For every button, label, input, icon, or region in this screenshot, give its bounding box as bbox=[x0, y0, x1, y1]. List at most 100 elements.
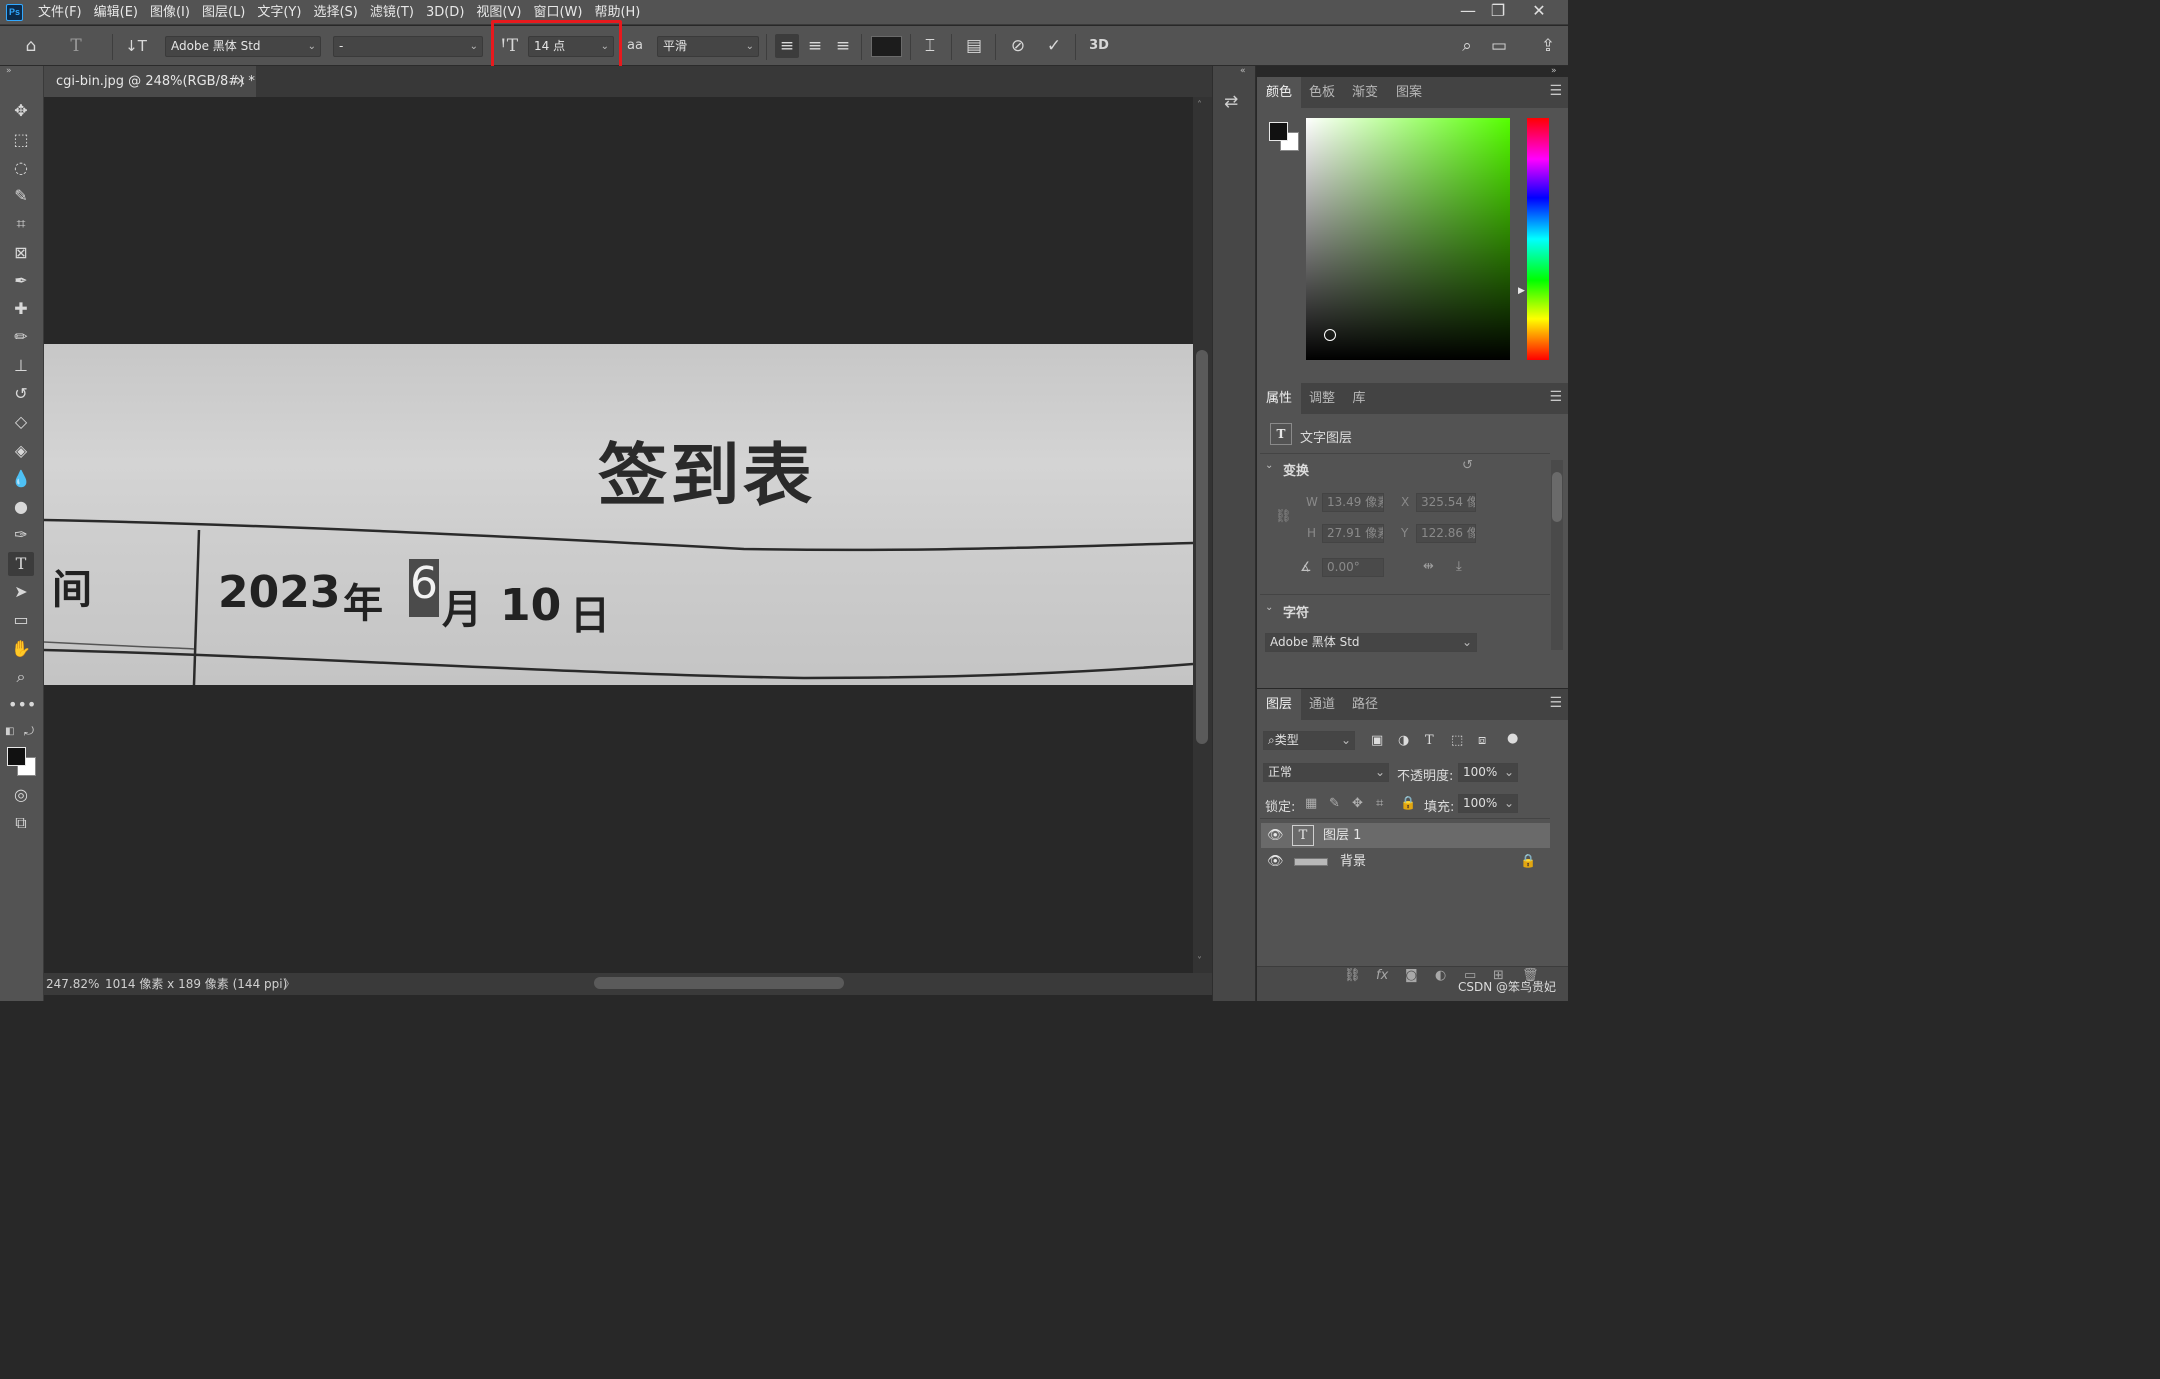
foreground-color-swatch[interactable] bbox=[7, 747, 26, 766]
document-tab[interactable]: cgi-bin.jpg @ 248%(RGB/8#) * × bbox=[44, 66, 256, 97]
home-icon[interactable]: ⌂ bbox=[19, 34, 43, 58]
visibility-eye-icon[interactable]: 👁 bbox=[1267, 823, 1284, 848]
chevron-down-icon[interactable]: ⌄ bbox=[1265, 602, 1273, 613]
flip-horizontal-icon[interactable]: ⇹ bbox=[1423, 559, 1434, 574]
stamp-tool-icon[interactable]: ⊥ bbox=[8, 354, 34, 378]
path-selection-tool-icon[interactable]: ➤ bbox=[8, 580, 34, 604]
transform-section-title[interactable]: 变换 bbox=[1283, 460, 1309, 479]
layer-row-background[interactable]: 👁 背景 🔒 bbox=[1261, 849, 1550, 874]
color-picker-ring[interactable] bbox=[1324, 329, 1336, 341]
type-tool-preset-icon[interactable]: T bbox=[64, 34, 88, 58]
lock-transparency-icon[interactable]: ▦ bbox=[1305, 796, 1317, 811]
adjustment-layer-icon[interactable]: ◐ bbox=[1435, 968, 1446, 983]
layer-row-text[interactable]: 👁 T 图层 1 bbox=[1261, 823, 1550, 848]
hue-slider[interactable] bbox=[1527, 118, 1549, 360]
lock-position-icon[interactable]: ✥ bbox=[1352, 796, 1363, 811]
link-icon[interactable]: ⛓ bbox=[1275, 509, 1292, 524]
3d-button[interactable]: 3D bbox=[1085, 34, 1113, 58]
zoom-tool-icon[interactable]: ⌕ bbox=[8, 665, 34, 689]
panel-foreground-swatch[interactable] bbox=[1269, 122, 1288, 141]
tab-adjustments[interactable]: 调整 bbox=[1301, 383, 1343, 414]
width-field[interactable]: 13.49 像素 bbox=[1322, 493, 1384, 512]
height-field[interactable]: 27.91 像素 bbox=[1322, 524, 1384, 543]
color-picker-field[interactable] bbox=[1306, 118, 1510, 360]
tab-layers[interactable]: 图层 bbox=[1257, 689, 1301, 720]
crop-tool-icon[interactable]: ⌗ bbox=[8, 212, 34, 236]
tab-libraries[interactable]: 库 bbox=[1343, 383, 1375, 414]
menu-image[interactable]: 图像(I) bbox=[150, 0, 190, 25]
horizontal-scroll-thumb[interactable] bbox=[594, 977, 844, 989]
layer-name[interactable]: 图层 1 bbox=[1323, 823, 1361, 848]
paint-bucket-tool-icon[interactable]: ◈ bbox=[8, 439, 34, 463]
panel-menu-icon[interactable]: ☰ bbox=[1549, 83, 1562, 99]
blend-mode-dropdown[interactable]: 正常 ⌄ bbox=[1263, 763, 1389, 782]
editing-text-selection[interactable]: 6 bbox=[409, 559, 439, 617]
share-icon[interactable]: ⇪ bbox=[1536, 34, 1560, 58]
align-left-icon[interactable]: ≡ bbox=[775, 34, 799, 58]
menu-3d[interactable]: 3D(D) bbox=[426, 0, 464, 25]
info-menu-icon[interactable]: 〉 bbox=[284, 973, 296, 995]
menu-type[interactable]: 文字(Y) bbox=[257, 0, 301, 25]
filter-smart-object-icon[interactable]: ⧈ bbox=[1478, 733, 1486, 748]
history-brush-tool-icon[interactable]: ↺ bbox=[8, 382, 34, 406]
menu-select[interactable]: 选择(S) bbox=[313, 0, 357, 25]
eyedropper-tool-icon[interactable]: ✒ bbox=[8, 269, 34, 293]
reset-transform-icon[interactable]: ↺ bbox=[1462, 458, 1473, 473]
layer-filter-dropdown[interactable]: ⌕类型 ⌄ bbox=[1263, 731, 1355, 750]
filter-type-icon[interactable]: T bbox=[1425, 733, 1434, 748]
commit-check-icon[interactable]: ✓ bbox=[1042, 34, 1066, 58]
workspace-icon[interactable]: ▭ bbox=[1487, 34, 1511, 58]
marquee-tool-icon[interactable]: ⬚ bbox=[8, 128, 34, 152]
fill-field[interactable]: 100% ⌄ bbox=[1458, 794, 1518, 813]
properties-scroll-thumb[interactable] bbox=[1552, 472, 1562, 522]
font-family-dropdown[interactable]: Adobe 黑体 Std ⌄ bbox=[165, 36, 321, 57]
dodge-tool-icon[interactable]: ● bbox=[8, 495, 34, 519]
lock-artboard-icon[interactable]: ⌗ bbox=[1376, 796, 1383, 811]
tab-color[interactable]: 颜色 bbox=[1257, 77, 1301, 108]
font-style-dropdown[interactable]: - ⌄ bbox=[333, 36, 483, 57]
search-icon[interactable]: ⌕ bbox=[1455, 34, 1479, 58]
panel-menu-icon[interactable]: ☰ bbox=[1549, 695, 1562, 711]
close-button[interactable]: ✕ bbox=[1522, 0, 1556, 25]
pen-tool-icon[interactable]: ✑ bbox=[8, 523, 34, 547]
character-section-title[interactable]: 字符 bbox=[1283, 602, 1309, 621]
layer-name[interactable]: 背景 bbox=[1340, 849, 1366, 874]
scroll-down-icon[interactable]: ˅ bbox=[1197, 956, 1202, 967]
vertical-scroll-thumb[interactable] bbox=[1196, 350, 1208, 744]
align-right-icon[interactable]: ≡ bbox=[831, 34, 855, 58]
y-field[interactable]: 122.86 像素 bbox=[1416, 524, 1476, 543]
link-layers-icon[interactable]: ⛓ bbox=[1344, 968, 1361, 983]
add-mask-icon[interactable]: ◙ bbox=[1405, 968, 1418, 983]
tab-swatches[interactable]: 色板 bbox=[1301, 77, 1343, 108]
character-font-dropdown[interactable]: Adobe 黑体 Std ⌄ bbox=[1265, 633, 1477, 652]
filter-shape-icon[interactable]: ⬚ bbox=[1451, 733, 1463, 748]
default-colors-icon[interactable]: ◧ bbox=[5, 726, 14, 737]
type-tool-icon[interactable]: T bbox=[8, 552, 34, 576]
rectangle-tool-icon[interactable]: ▭ bbox=[8, 608, 34, 632]
chevron-down-icon[interactable]: ⌄ bbox=[1265, 460, 1273, 471]
brush-tool-icon[interactable]: ✏ bbox=[8, 325, 34, 349]
angle-field[interactable]: 0.00° bbox=[1322, 558, 1384, 577]
tab-channels[interactable]: 通道 bbox=[1301, 689, 1343, 720]
blur-tool-icon[interactable]: 💧 bbox=[8, 467, 34, 491]
cancel-icon[interactable]: ⊘ bbox=[1006, 34, 1030, 58]
opacity-field[interactable]: 100% ⌄ bbox=[1458, 763, 1518, 782]
tab-patterns[interactable]: 图案 bbox=[1387, 77, 1431, 108]
collapse-left-icon[interactable]: « bbox=[1240, 66, 1246, 76]
tab-properties[interactable]: 属性 bbox=[1257, 383, 1301, 414]
filter-adjustment-icon[interactable]: ◑ bbox=[1398, 733, 1409, 748]
x-field[interactable]: 325.54 像素 bbox=[1416, 493, 1476, 512]
more-tools-icon[interactable]: ••• bbox=[8, 693, 36, 717]
visibility-eye-icon[interactable]: 👁 bbox=[1267, 849, 1284, 874]
text-color-swatch[interactable] bbox=[871, 36, 902, 57]
warp-text-icon[interactable]: ⌶ bbox=[918, 34, 942, 58]
frame-tool-icon[interactable]: ⊠ bbox=[8, 241, 34, 265]
fx-icon[interactable]: fx bbox=[1376, 968, 1388, 983]
menu-layer[interactable]: 图层(L) bbox=[202, 0, 245, 25]
screen-mode-icon[interactable]: ⧉ bbox=[8, 811, 34, 835]
menu-edit[interactable]: 编辑(E) bbox=[94, 0, 138, 25]
quick-select-tool-icon[interactable]: ✎ bbox=[8, 184, 34, 208]
collapse-right-icon[interactable]: » bbox=[1551, 66, 1557, 76]
panel-menu-icon[interactable]: ☰ bbox=[1549, 389, 1562, 405]
toggle-text-orientation-icon[interactable]: ↓T bbox=[124, 34, 148, 58]
